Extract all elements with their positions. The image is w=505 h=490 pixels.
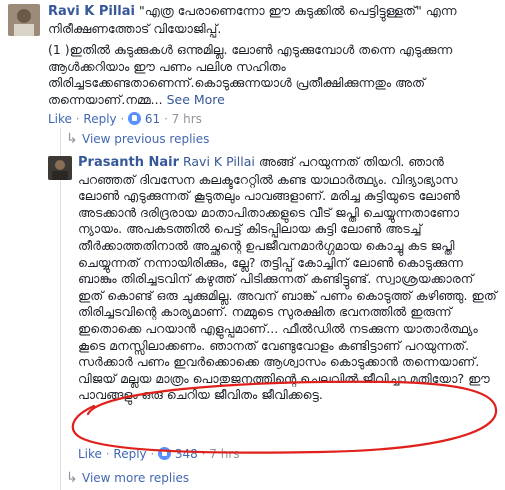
like-count[interactable]: 61 bbox=[145, 112, 160, 126]
avatar[interactable] bbox=[8, 4, 40, 36]
comment-text: (1 )ഇതിൽ കുടുക്കുകൾ ഒന്നുമില്ല. ലോൺ എടുക… bbox=[48, 42, 457, 107]
author-name[interactable]: Ravi K Pillai bbox=[48, 4, 135, 19]
reply-link[interactable]: Reply bbox=[83, 112, 116, 126]
avatar[interactable] bbox=[48, 156, 72, 180]
author-name[interactable]: Prasanth Nair bbox=[78, 155, 179, 170]
mentioned-user[interactable]: Ravi K Pillai bbox=[183, 154, 255, 169]
like-badge-icon bbox=[128, 112, 142, 125]
comment-header: Ravi K Pillai "എത്ര പേരാണെന്നോ ഈ കുടുക്ക… bbox=[48, 3, 498, 37]
timestamp[interactable]: 7 hrs bbox=[172, 112, 202, 126]
avatar-ravi-icon bbox=[8, 4, 40, 36]
avatar-prasanth-icon bbox=[48, 156, 72, 180]
reply-arrow-icon: ↳ bbox=[66, 131, 78, 147]
highlight-annotation bbox=[71, 380, 498, 454]
reply-arrow-icon: ↳ bbox=[66, 470, 78, 486]
comment-body: (1 )ഇതിൽ കുടുക്കുകൾ ഒന്നുമില്ല. ലോൺ എടുക… bbox=[48, 42, 493, 108]
view-previous-replies[interactable]: ↳ View previous replies bbox=[66, 131, 209, 147]
reply-body: Prasanth Nair Ravi K Pillai അങ്ങ് പറയുന്… bbox=[78, 154, 499, 404]
reply-text: അങ്ങ് പറയുന്നത് തിയറി. ഞാൻ പറഞ്ഞത് ദിവസേ… bbox=[78, 154, 501, 403]
see-more-link[interactable]: See More bbox=[167, 92, 225, 107]
like-link[interactable]: Like bbox=[48, 112, 72, 126]
comment-actions: Like · Reply · 61 · 7 hrs bbox=[48, 112, 202, 126]
view-more-replies[interactable]: ↳ View more replies bbox=[66, 470, 189, 486]
